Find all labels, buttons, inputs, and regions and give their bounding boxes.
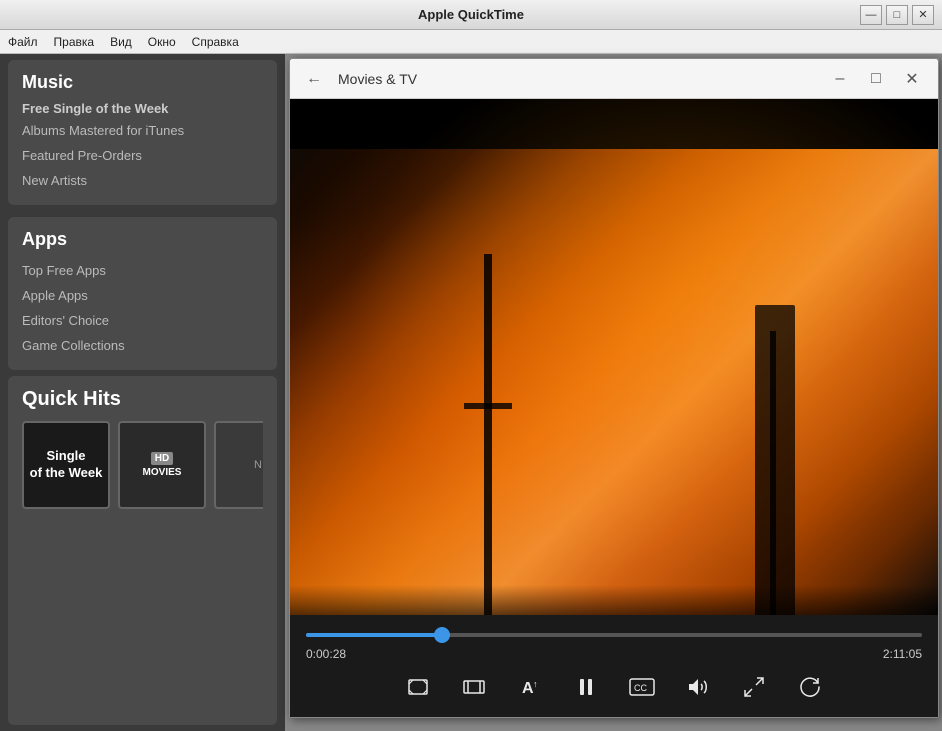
hd-movies-tile[interactable]: HD MOVIES xyxy=(118,421,206,509)
close-button[interactable]: ✕ xyxy=(912,5,934,25)
menu-bar: Файл Правка Вид Окно Справка xyxy=(0,30,942,54)
menu-edit[interactable]: Правка xyxy=(54,35,95,49)
progress-thumb[interactable] xyxy=(434,627,450,643)
main-layout: Music Free Single of the Week Albums Mas… xyxy=(0,54,942,731)
quick-hits-items: Single of the Week HD MOVIES N xyxy=(22,421,263,509)
trim-button[interactable] xyxy=(456,669,492,705)
fullscreen-button[interactable] xyxy=(736,669,772,705)
svg-text:↑: ↑ xyxy=(533,679,538,689)
svg-text:CC: CC xyxy=(634,683,647,693)
minimize-button[interactable]: — xyxy=(860,5,882,25)
title-bar: Apple QuickTime — □ ✕ xyxy=(0,0,942,30)
replay-button[interactable] xyxy=(792,669,828,705)
free-single-link[interactable]: Free Single of the Week xyxy=(22,101,263,116)
quick-hits-section: Quick Hits Single of the Week HD MOVIES … xyxy=(8,376,277,725)
current-time: 0:00:28 xyxy=(306,647,346,661)
single-of-week-tile[interactable]: Single of the Week xyxy=(22,421,110,509)
music-section: Music Free Single of the Week Albums Mas… xyxy=(8,60,277,205)
text-button[interactable]: A ↑ xyxy=(512,669,548,705)
tower-left-arm xyxy=(464,403,512,409)
single-line2: of the Week xyxy=(30,465,103,482)
menu-view[interactable]: Вид xyxy=(110,35,132,49)
player-close-button[interactable]: ✕ xyxy=(898,68,926,90)
video-glow xyxy=(290,99,938,615)
captions-button[interactable]: CC xyxy=(624,669,660,705)
time-labels: 0:00:28 2:11:05 xyxy=(306,647,922,661)
volume-button[interactable] xyxy=(680,669,716,705)
progress-fill xyxy=(306,633,442,637)
window-controls: — □ ✕ xyxy=(860,5,934,25)
sidebar: Music Free Single of the Week Albums Mas… xyxy=(0,54,285,731)
top-free-apps-link[interactable]: Top Free Apps xyxy=(22,258,263,283)
back-button[interactable]: ← xyxy=(302,66,326,92)
total-time: 2:11:05 xyxy=(883,647,922,661)
player-window: ← Movies & TV – □ ✕ xyxy=(289,58,939,718)
player-titlebar: ← Movies & TV – □ ✕ xyxy=(290,59,938,99)
player-window-controls: – □ ✕ xyxy=(826,68,926,90)
video-bottom-bar xyxy=(290,585,938,615)
apps-title: Apps xyxy=(22,229,263,250)
third-tile-label: N xyxy=(254,459,262,471)
playback-controls: A ↑ CC xyxy=(306,669,922,705)
app-title: Apple QuickTime xyxy=(418,7,524,22)
albums-mastered-link[interactable]: Albums Mastered for iTunes xyxy=(22,118,263,143)
menu-file[interactable]: Файл xyxy=(8,35,38,49)
video-area xyxy=(290,99,938,615)
game-collections-link[interactable]: Game Collections xyxy=(22,333,263,358)
editors-choice-link[interactable]: Editors' Choice xyxy=(22,308,263,333)
third-tile[interactable]: N xyxy=(214,421,263,509)
quick-hits-title: Quick Hits xyxy=(22,388,263,411)
tower-right-small xyxy=(770,331,776,615)
apple-apps-link[interactable]: Apple Apps xyxy=(22,283,263,308)
single-line1: Single xyxy=(46,448,85,465)
apps-section: Apps Top Free Apps Apple Apps Editors' C… xyxy=(8,217,277,370)
hd-badge: HD xyxy=(151,452,173,465)
music-title: Music xyxy=(22,72,263,93)
movies-label: MOVIES xyxy=(143,467,182,478)
player-maximize-button[interactable]: □ xyxy=(862,68,890,90)
new-artists-link[interactable]: New Artists xyxy=(22,168,263,193)
featured-preorders-link[interactable]: Featured Pre-Orders xyxy=(22,143,263,168)
menu-help[interactable]: Справка xyxy=(192,35,239,49)
video-frame xyxy=(290,99,938,615)
controls-area: 0:00:28 2:11:05 xyxy=(290,615,938,717)
pause-button[interactable] xyxy=(568,669,604,705)
progress-track[interactable] xyxy=(306,633,922,637)
maximize-button[interactable]: □ xyxy=(886,5,908,25)
player-minimize-button[interactable]: – xyxy=(826,68,854,90)
tower-left xyxy=(484,254,492,615)
player-window-title: Movies & TV xyxy=(338,71,814,87)
progress-bar-container[interactable] xyxy=(306,625,922,645)
aspect-ratio-button[interactable] xyxy=(400,669,436,705)
menu-window[interactable]: Окно xyxy=(148,35,176,49)
